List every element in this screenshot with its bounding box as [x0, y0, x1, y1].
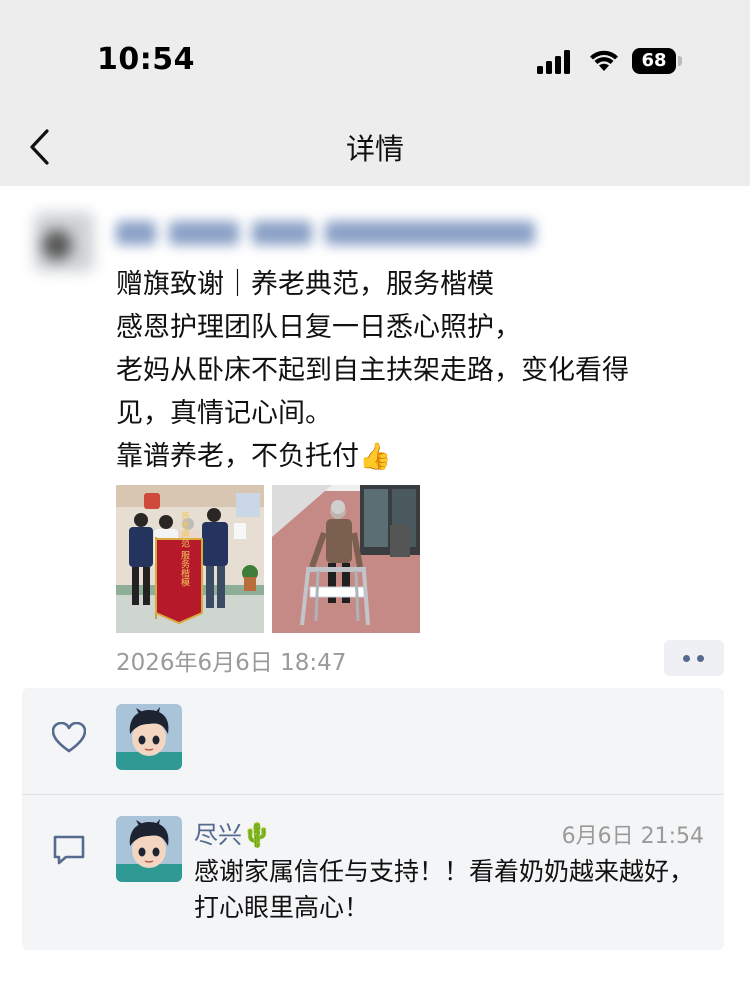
- cellular-signal-icon: [537, 50, 570, 74]
- banner-text: 养老典范 服务楷模: [179, 510, 190, 587]
- more-dots-icon[interactable]: [664, 640, 724, 676]
- banner-photo-illustration: 养老典范 服务楷模: [116, 485, 264, 633]
- panel-divider: [22, 794, 724, 795]
- commenter-avatar[interactable]: [116, 816, 182, 882]
- comment-icon[interactable]: [52, 833, 86, 867]
- post-line: 赠旗致谢｜养老典范，服务楷模: [116, 269, 494, 300]
- liker-avatar[interactable]: [116, 704, 182, 770]
- status-time: 10:54: [97, 42, 195, 77]
- comment-time: 6月6日 21:54: [561, 824, 704, 849]
- comment-text: 感谢家属信任与支持！！看着奶奶越来越好，打心眼里高心！: [194, 857, 695, 922]
- post-photo-banner[interactable]: 养老典范 服务楷模: [116, 485, 264, 633]
- cartoon-boy-avatar: [116, 816, 182, 882]
- post-line: 老妈从卧床不起到自主扶架走路，变化看得: [116, 355, 629, 386]
- battery-tip: [678, 56, 682, 66]
- cartoon-boy-avatar: [116, 704, 182, 770]
- poster-avatar[interactable]: [34, 212, 94, 272]
- post-line: 靠谱养老，不负托付👍: [116, 435, 736, 479]
- wifi-icon: [590, 50, 618, 71]
- battery-indicator: 68: [632, 48, 684, 74]
- post-line: 感恩护理团队日复一日悉心照护，: [116, 312, 521, 343]
- commenter-name-text: 尽兴: [194, 821, 242, 849]
- heart-icon[interactable]: [52, 722, 86, 754]
- post-text: 赠旗致谢｜养老典范，服务楷模 感恩护理团队日复一日悉心照护， 老妈从卧床不起到自…: [116, 263, 736, 479]
- cactus-emoji: 🌵: [242, 821, 272, 849]
- walker-photo-illustration: [272, 485, 420, 633]
- more-dot: [683, 655, 690, 662]
- post-line: 见，真情记心间。: [116, 398, 332, 429]
- page-title: 详情: [345, 132, 404, 166]
- poster-name[interactable]: [116, 216, 556, 250]
- more-dot: [697, 655, 704, 662]
- commenter-name[interactable]: 尽兴🌵: [194, 815, 272, 850]
- post-photo-walker[interactable]: [272, 485, 420, 633]
- battery-level: 68: [632, 48, 676, 74]
- post-timestamp: 2026年6月6日 18:47: [116, 650, 347, 676]
- thumbs-up-emoji: 👍: [359, 442, 392, 472]
- post-line-text: 靠谱养老，不负托付: [116, 441, 359, 472]
